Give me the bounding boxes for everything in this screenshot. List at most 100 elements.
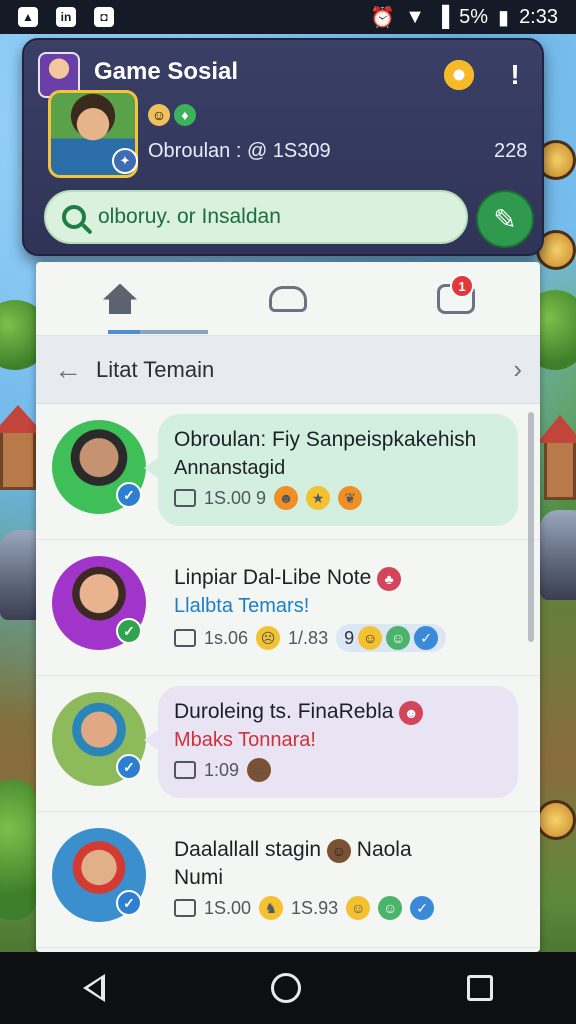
message-time: 1S.00 9 xyxy=(204,487,267,508)
more-menu-icon[interactable]: ! xyxy=(504,58,526,92)
message-subtitle: Annanstagid xyxy=(174,457,286,479)
message-subtitle: Mbaks Tonnara! xyxy=(174,729,316,751)
compose-button[interactable]: ✎ xyxy=(476,190,534,248)
wifi-icon: ▼ xyxy=(405,5,425,28)
home-icon xyxy=(103,284,137,314)
alert-icon: ▲ xyxy=(18,7,38,27)
message-bubble[interactable]: Duroleing ts. FinaRebla ☻ Mbaks Tonnara!… xyxy=(144,686,518,798)
profile-status: Obroulan : @ 1S309 xyxy=(148,140,331,162)
tab-bar: 1 xyxy=(36,262,540,336)
face-emoji-icon: ☺ xyxy=(326,839,351,863)
tree-decoration xyxy=(0,780,36,920)
tab-cloud[interactable] xyxy=(204,262,372,335)
message-time: 1S.00 xyxy=(204,897,252,918)
search-field[interactable]: olboruy. or Insaldan xyxy=(44,190,468,244)
angry-emoji-icon: ☹ xyxy=(256,626,281,650)
face-emoji-icon: ☺ xyxy=(247,758,272,782)
chevron-right-icon[interactable]: › xyxy=(513,354,522,385)
system-nav-bar xyxy=(0,952,576,1024)
status-bar: ▲ in ◘ ⏰ ▼ ▐ 5% ▮ 2:33 xyxy=(0,0,576,34)
shield-icon: ♦ xyxy=(174,104,196,126)
leaf-emoji-icon: ❦ xyxy=(338,486,363,510)
battery-level: 5% xyxy=(459,5,489,28)
message-block[interactable]: Linpiar Dal-Libe Note ♣ Llalbta Temars! … xyxy=(158,552,518,664)
message-bubble[interactable]: Obroulan: Fiy Sanpeispkakehish Annanstag… xyxy=(144,414,518,526)
status-left-icons: ▲ in ◘ xyxy=(18,7,114,27)
nav-recents-icon[interactable] xyxy=(467,975,493,1001)
status-right: ⏰ ▼ ▐ 5% ▮ 2:33 xyxy=(370,5,558,30)
message-subtitle: Numi xyxy=(174,866,224,889)
reaction-count: 9 xyxy=(344,627,355,648)
check-badge-icon: ✓ xyxy=(414,626,439,650)
reaction-pill[interactable]: 9 ☺ ☺ ✓ xyxy=(336,624,447,652)
clock: 2:33 xyxy=(519,5,558,28)
list-item[interactable]: ✓ Duroleing ts. FinaRebla ☻ Mbaks Tonnar… xyxy=(36,676,540,812)
verified-check-icon: ✓ xyxy=(116,482,142,508)
profile-count: 228 xyxy=(494,140,528,162)
knight-decoration xyxy=(540,510,576,600)
search-input[interactable]: olboruy. or Insaldan xyxy=(98,205,281,229)
message-time: 1s.06 xyxy=(204,627,249,648)
list-item[interactable]: ✓ Obroulan: Fiy Sanpeispkakehish Annanst… xyxy=(36,404,540,540)
message-title: Daalallall stagin ☺ Naola xyxy=(174,836,502,864)
hut-decoration xyxy=(544,440,576,500)
message-title: Obroulan: Fiy Sanpeispkakehish xyxy=(174,428,477,451)
cloud-icon xyxy=(269,285,307,312)
hut-decoration xyxy=(0,430,36,490)
chat-icon xyxy=(174,629,196,647)
section-title: Litat Temain xyxy=(96,356,215,382)
nav-back-icon[interactable] xyxy=(83,974,105,1002)
check-badge-icon: ✓ xyxy=(410,896,435,920)
face-emoji-icon: ☺ xyxy=(148,104,170,126)
message-count: 1S.93 xyxy=(291,897,339,918)
face-emoji-icon: ☺ xyxy=(346,896,371,920)
face-emoji-icon: ☺ xyxy=(358,626,383,650)
message-title: Linpiar Dal-Libe Note ♣ xyxy=(174,564,502,592)
signal-icon: ▐ xyxy=(434,5,450,28)
face-emoji-icon: ☺ xyxy=(378,896,403,920)
star-icon: ★ xyxy=(306,486,331,510)
nav-home-icon[interactable] xyxy=(271,973,301,1003)
fire-emoji-icon: ☻ xyxy=(274,486,299,510)
message-count: 1/.83 xyxy=(288,627,329,648)
app-icon: ◘ xyxy=(94,7,114,27)
search-icon xyxy=(62,205,86,229)
message-time: 1:09 xyxy=(204,759,240,780)
friend-list: ✓ Obroulan: Fiy Sanpeispkakehish Annanst… xyxy=(36,404,540,948)
verified-check-icon: ✓ xyxy=(116,754,142,780)
tab-home[interactable] xyxy=(36,262,204,335)
message-title-text: Daalallall stagin xyxy=(174,838,322,861)
chat-icon xyxy=(174,899,196,917)
list-item[interactable]: ✓ Daalallall stagin ☺ Naola Numi 1S.00 ♞… xyxy=(36,812,540,948)
face-emoji-icon: ☺ xyxy=(386,626,411,650)
cat-emoji-icon: ♞ xyxy=(259,896,284,920)
message-title-text: Linpiar Dal-Libe Note xyxy=(174,566,372,589)
tab-indicator xyxy=(108,330,208,334)
friends-panel: 1 ← Litat Temain › ✓ Obroulan: Fiy Sanpe… xyxy=(36,262,540,952)
message-block[interactable]: Daalallall stagin ☺ Naola Numi 1S.00 ♞ 1… xyxy=(158,824,518,932)
app-title: Game Sosial xyxy=(94,58,239,85)
notification-badge: 1 xyxy=(450,274,474,298)
pencil-icon: ✎ xyxy=(493,203,517,235)
chat-icon xyxy=(174,761,196,779)
scrollbar[interactable] xyxy=(528,412,534,642)
coin-decoration xyxy=(536,800,576,840)
profile-header: Game Sosial ! ✦ ☺ ♦ Obroulan : @ 1S309 2… xyxy=(22,38,544,256)
tab-games[interactable] xyxy=(372,262,540,335)
gear-icon[interactable] xyxy=(444,60,474,90)
message-meta: 1S.00 9 ☻ ★ ❦ xyxy=(174,486,502,510)
message-meta: 1s.06 ☹ 1/.83 9 ☺ ☺ ✓ xyxy=(174,624,502,652)
message-title: Duroleing ts. FinaRebla ☻ xyxy=(174,698,502,726)
list-item[interactable]: ✓ Linpiar Dal-Libe Note ♣ Llalbta Temars… xyxy=(36,540,540,676)
message-meta: 1S.00 ♞ 1S.93 ☺ ☺ ✓ xyxy=(174,896,502,920)
message-title-text: Naola xyxy=(356,838,412,861)
potion-emoji-icon: ♣ xyxy=(377,567,402,591)
back-arrow-icon[interactable]: ← xyxy=(54,354,84,386)
alarm-icon: ⏰ xyxy=(370,6,396,29)
verified-check-icon: ✓ xyxy=(116,890,142,916)
verified-check-icon: ✓ xyxy=(116,618,142,644)
message-title-text: Duroleing ts. FinaRebla xyxy=(174,700,394,723)
tab-indicator-active xyxy=(108,330,140,334)
message-subtitle: Llalbta Temars! xyxy=(174,595,310,617)
battery-icon: ▮ xyxy=(498,6,510,29)
